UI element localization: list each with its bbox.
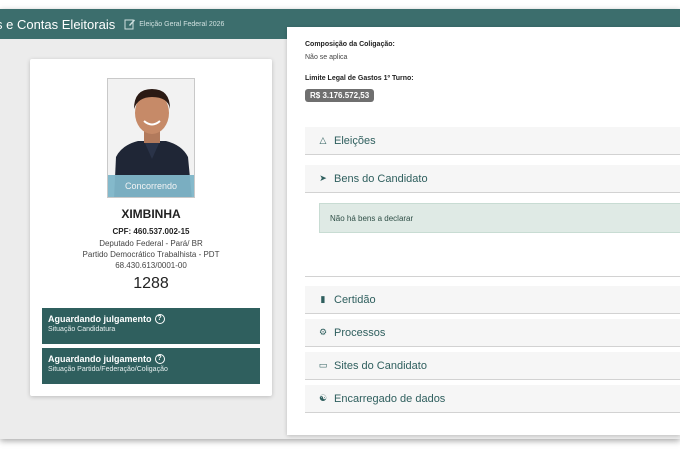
situation-title: Aguardando julgamento [48, 354, 152, 364]
laptop-icon: ▭ [318, 360, 328, 370]
section-label: Eleições [334, 134, 376, 147]
section-certidao[interactable]: ▮ Certidão [305, 286, 680, 314]
page-title: s e Contas Eleitorais [0, 16, 116, 32]
edit-icon[interactable] [124, 18, 136, 30]
page-frame: s e Contas Eleitorais Eleição Geral Fede… [0, 9, 680, 439]
section-processos[interactable]: ⚙ Processos [305, 319, 680, 347]
candidate-name: XIMBINHA [121, 207, 181, 221]
section-eleicoes[interactable]: △ Eleições [305, 127, 680, 155]
situation-party: Aguardando julgamento ? Situação Partido… [42, 348, 260, 384]
candidate-card: Concorrendo XIMBINHA CPF: 460.537.002-15… [30, 59, 272, 396]
candidate-cpf: CPF: 460.537.002-15 [112, 227, 190, 236]
candidate-status: Concorrendo [108, 175, 194, 197]
no-assets-note: Não há bens a declarar [319, 203, 680, 233]
coalition-value: Não se aplica [305, 54, 348, 61]
section-label: Encarregado de dados [334, 392, 446, 405]
section-label: Sites do Candidato [334, 359, 427, 372]
candidate-number: 1288 [133, 275, 169, 292]
spending-limit-badge: R$ 3.176.572,53 [305, 89, 375, 102]
user-data-icon: ☯ [318, 393, 328, 403]
spending-limit-label: Limite Legal de Gastos 1º Turno: [305, 75, 414, 82]
election-label[interactable]: Eleição Geral Federal 2026 [139, 21, 224, 28]
help-icon[interactable]: ? [154, 354, 165, 364]
section-label: Certidão [334, 293, 376, 306]
bens-content: Não há bens a declarar [305, 193, 680, 277]
candidate-cnpj: 68.430.613/0001-00 [115, 261, 187, 270]
candidate-office: Deputado Federal - Pará/ BR [99, 239, 203, 248]
coalition-label: Composição da Coligação: [305, 41, 395, 48]
section-label: Processos [334, 326, 386, 339]
help-icon[interactable]: ? [154, 314, 165, 324]
situation-title: Aguardando julgamento [48, 314, 152, 324]
section-encarregado[interactable]: ☯ Encarregado de dados [305, 385, 680, 413]
details-card: Composição da Coligação: Não se aplica L… [287, 27, 680, 435]
section-label: Bens do Candidato [334, 172, 428, 185]
file-icon: ▮ [320, 294, 326, 304]
send-icon: ➤ [319, 173, 327, 183]
candidate-photo: Concorrendo [107, 78, 195, 198]
sitemap-icon: △ [319, 135, 327, 145]
situation-candidacy: Aguardando julgamento ? Situação Candida… [42, 308, 260, 344]
candidate-party: Partido Democrático Trabalhista - PDT [82, 250, 220, 259]
gavel-icon: ⚙ [318, 327, 328, 337]
section-bens[interactable]: ➤ Bens do Candidato [305, 165, 680, 193]
situation-subtitle: Situação Partido/Federação/Coligação [48, 366, 168, 373]
section-sites[interactable]: ▭ Sites do Candidato [305, 352, 680, 380]
situation-subtitle: Situação Candidatura [48, 326, 116, 333]
